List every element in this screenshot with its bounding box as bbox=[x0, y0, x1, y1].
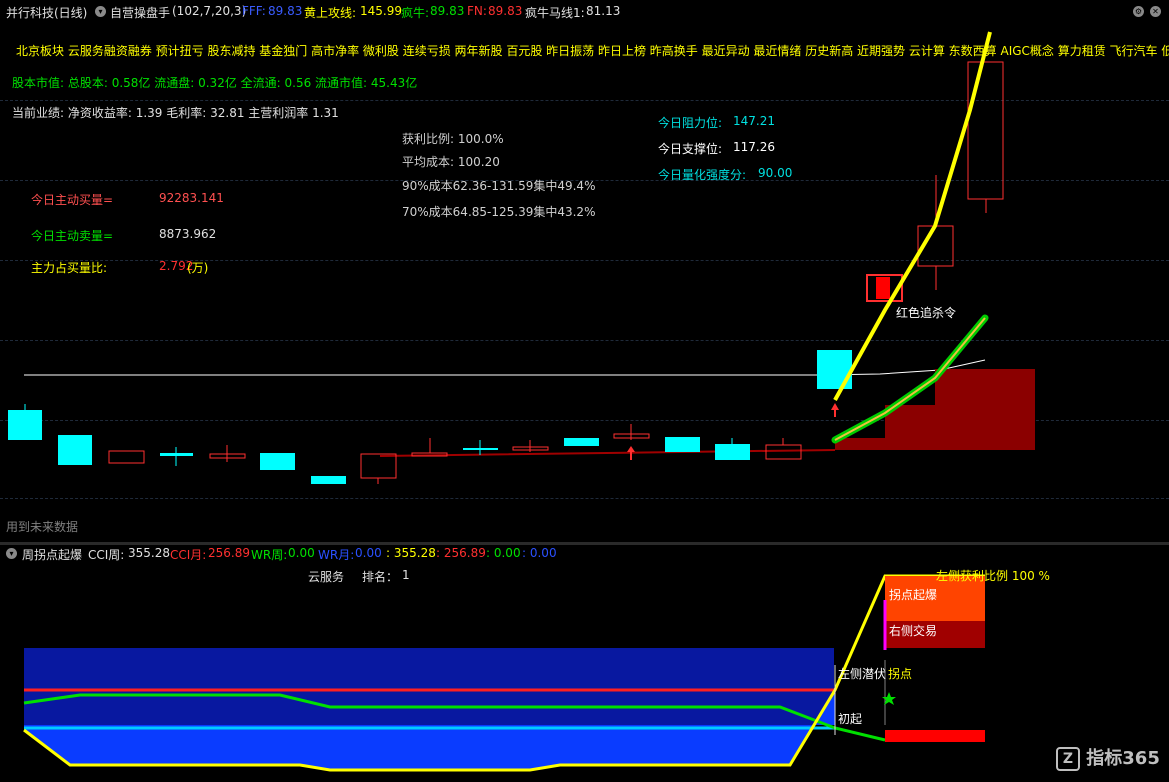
performance-info: 当前业绩: 净资收益率: 1.39 毛利率: 32.81 主营利润率 1.31 bbox=[12, 106, 339, 120]
candle bbox=[360, 453, 397, 479]
candle bbox=[58, 435, 92, 465]
inflection-burst-label: 拐点起爆 bbox=[889, 588, 938, 602]
resistance-value: 147.21 bbox=[733, 114, 775, 128]
avg-cost: 平均成本: 100.20 bbox=[402, 155, 500, 169]
candle bbox=[967, 61, 1004, 200]
right-trade-label: 右侧交易 bbox=[889, 624, 938, 638]
candle bbox=[311, 476, 346, 484]
logo-icon: Z bbox=[1056, 747, 1080, 771]
concept-tags[interactable]: 北京板块 云服务融资融券 预计扭亏 股东减持 基金独门 高市净率 微利股 连续亏… bbox=[16, 42, 1169, 59]
ratio-label: 主力占买量比: bbox=[31, 261, 108, 275]
candle bbox=[876, 277, 890, 299]
strength-value: 90.00 bbox=[758, 166, 793, 180]
inflection-label: 拐点 bbox=[888, 667, 913, 681]
future-data-note: 用到未来数据 bbox=[6, 520, 79, 534]
rank-label: 排名： bbox=[362, 570, 399, 584]
cost-70: 70%成本64.85-125.39集中43.2% bbox=[402, 205, 596, 219]
green-line bbox=[23, 693, 886, 742]
extra-value-2: : 256.89 bbox=[436, 546, 486, 560]
candles bbox=[8, 61, 1004, 484]
wr-month-value: 0.00 bbox=[355, 546, 382, 560]
watermark: Z 指标365 bbox=[1056, 744, 1160, 771]
ratio-unit: (万) bbox=[187, 261, 209, 275]
left-profit-label: 左侧获利比例 100 % bbox=[936, 569, 1050, 583]
support-value: 117.26 bbox=[733, 140, 775, 154]
buy-value: 92283.141 bbox=[159, 191, 224, 205]
support-label: 今日支撑位: bbox=[658, 142, 723, 156]
pane-separator[interactable] bbox=[0, 542, 1169, 545]
strength-label: 今日量化强度分: bbox=[658, 168, 747, 182]
wr-week-value: 0.00 bbox=[288, 546, 315, 560]
collapse-icon[interactable]: ▾ bbox=[6, 548, 17, 559]
profit-ratio: 获利比例: 100.0% bbox=[402, 132, 504, 146]
extra-value-1: : 355.28 bbox=[386, 546, 436, 560]
blue-zone-dark bbox=[24, 648, 834, 725]
sub-header: ▾ 周拐点起爆 CCI周: 355.28 CCI月: 256.89 WR周: 0… bbox=[0, 546, 1169, 562]
wr-month-label: WR月: bbox=[318, 548, 355, 562]
candle bbox=[8, 410, 42, 440]
base-line bbox=[379, 449, 836, 457]
blue-zone bbox=[24, 690, 835, 770]
sector-label: 云服务 bbox=[308, 570, 345, 584]
candle bbox=[665, 437, 700, 452]
red-chase-label: 红色追杀令 bbox=[896, 306, 957, 320]
rank-value: 1 bbox=[402, 568, 410, 582]
extra-value-3: : 0.00 bbox=[486, 546, 521, 560]
candle bbox=[108, 450, 145, 464]
candle bbox=[564, 438, 599, 446]
initial-label: 初起 bbox=[838, 712, 863, 726]
sub-indicator-name[interactable]: 周拐点起爆 bbox=[22, 546, 82, 563]
buy-label: 今日主动买量= bbox=[31, 193, 114, 207]
sell-value: 8873.962 bbox=[159, 227, 217, 241]
sell-label: 今日主动卖量= bbox=[31, 229, 114, 243]
red-bar bbox=[885, 730, 985, 742]
candle bbox=[817, 350, 852, 389]
left-ambush-label: 左侧潜伏 bbox=[838, 667, 887, 681]
candle bbox=[765, 444, 802, 460]
candle bbox=[260, 453, 295, 470]
candle bbox=[715, 444, 750, 460]
cci-week-value: 355.28 bbox=[128, 546, 170, 560]
wr-week-label: WR周: bbox=[251, 548, 288, 562]
market-cap-info: 股本市值: 总股本: 0.58亿 流通盘: 0.32亿 全流通: 0.56 流通… bbox=[12, 76, 418, 90]
cci-month-value: 256.89 bbox=[208, 546, 250, 560]
extra-value-4: : 0.00 bbox=[522, 546, 557, 560]
cci-month-label: CCI月: bbox=[170, 548, 207, 562]
cci-week-label: CCI周: bbox=[88, 548, 125, 562]
cost-90: 90%成本62.36-131.59集中49.4% bbox=[402, 179, 596, 193]
resistance-label: 今日阻力位: bbox=[658, 116, 723, 130]
watermark-text: 指标365 bbox=[1086, 748, 1160, 769]
star-icon bbox=[882, 692, 896, 705]
